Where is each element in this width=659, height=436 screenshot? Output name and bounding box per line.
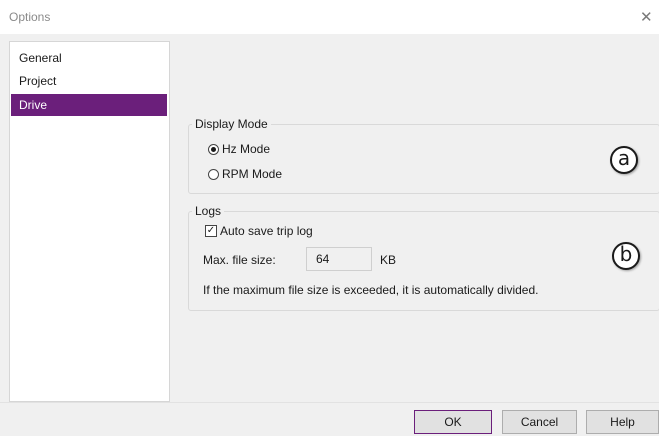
settings-panel: Display Mode Hz Mode RPM Mode a Logs ✓ A… [171, 41, 659, 402]
help-button[interactable]: Help [586, 410, 659, 434]
max-file-size-input[interactable]: 64 [306, 247, 372, 271]
auto-save-label[interactable]: Auto save trip log [220, 224, 313, 238]
hz-mode-label[interactable]: Hz Mode [222, 142, 270, 156]
nav-item-drive[interactable]: Drive [11, 94, 167, 116]
nav-item-general[interactable]: General [11, 47, 167, 69]
file-size-unit: KB [380, 253, 397, 267]
rpm-mode-label[interactable]: RPM Mode [222, 167, 282, 181]
max-file-size-label: Max. file size: [203, 253, 276, 267]
file-size-note: If the maximum file size is exceeded, it… [203, 283, 539, 297]
cancel-button[interactable]: Cancel [502, 410, 577, 434]
close-icon[interactable]: ✕ [640, 8, 659, 28]
nav-item-project[interactable]: Project [11, 70, 167, 92]
ok-button[interactable]: OK [414, 410, 492, 434]
options-dialog: Options ✕ General Project Drive Display … [0, 0, 659, 436]
logs-group: Logs ✓ Auto save trip log Max. file size… [188, 204, 659, 311]
rpm-mode-radio[interactable] [208, 169, 219, 180]
display-mode-group: Display Mode Hz Mode RPM Mode a [188, 117, 659, 194]
window-title: Options [9, 10, 51, 24]
logs-legend: Logs [192, 204, 225, 218]
auto-save-checkbox[interactable]: ✓ [205, 225, 217, 237]
annotation-marker-a: a [610, 146, 638, 174]
category-list: General Project Drive [9, 41, 170, 402]
button-bar: OK Cancel Help [0, 402, 659, 436]
display-mode-legend: Display Mode [192, 117, 271, 131]
title-bar: Options ✕ [0, 0, 659, 34]
annotation-marker-b: b [612, 242, 640, 270]
hz-mode-radio[interactable] [208, 144, 219, 155]
